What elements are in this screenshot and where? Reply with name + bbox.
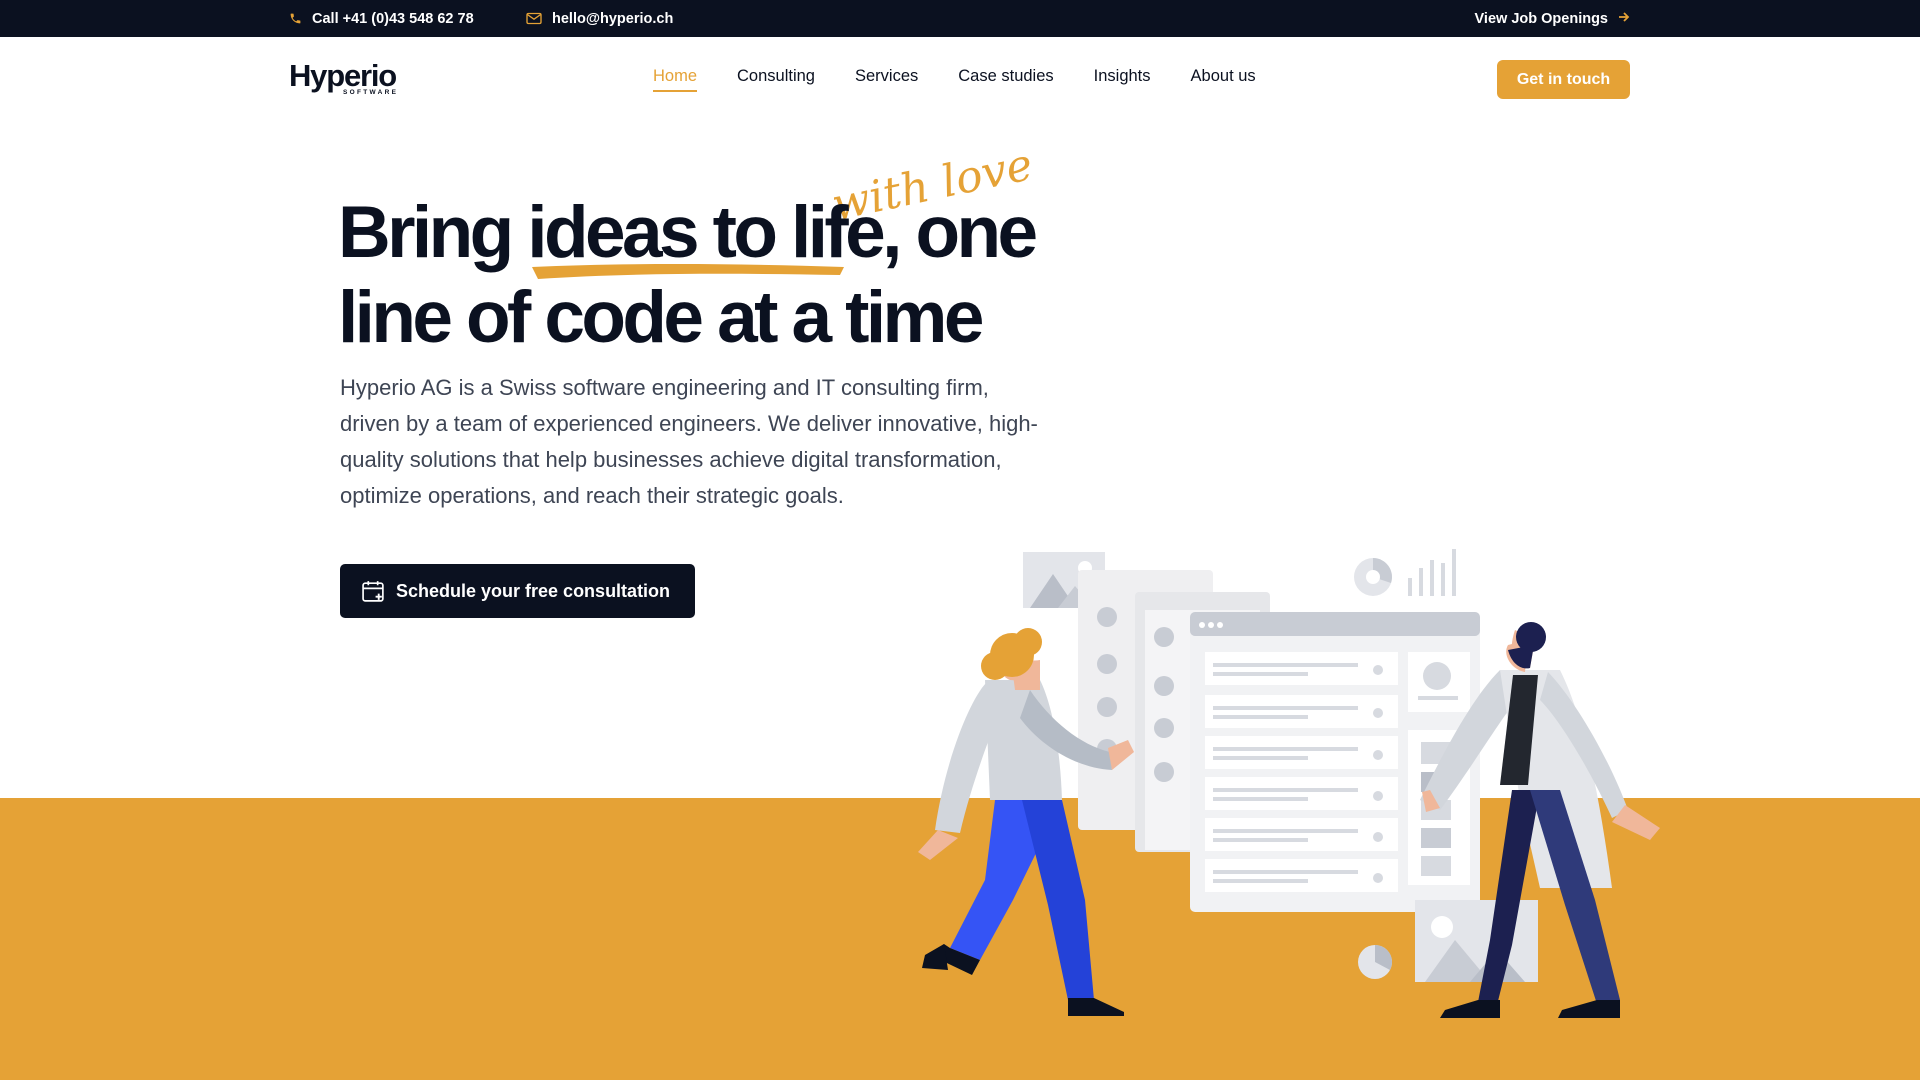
phone-link[interactable]: Call +41 (0)43 548 62 78 xyxy=(289,0,474,37)
image-placeholder-icon xyxy=(1023,552,1105,608)
top-bar: Call +41 (0)43 548 62 78 hello@hyperio.c… xyxy=(0,0,1920,37)
schedule-consultation-button[interactable]: Schedule your free consultation xyxy=(340,564,695,618)
jobs-label: View Job Openings xyxy=(1474,10,1608,27)
nav-item-services[interactable]: Services xyxy=(855,67,918,92)
nav-item-case-studies[interactable]: Case studies xyxy=(958,67,1053,92)
phone-label: Call +41 (0)43 548 62 78 xyxy=(312,10,474,27)
nav-item-home[interactable]: Home xyxy=(653,67,698,92)
nav-item-about-us[interactable]: About us xyxy=(1191,67,1256,92)
hero-lead: Hyperio AG is a Swiss software engineeri… xyxy=(340,375,1038,508)
schedule-label: Schedule your free consultation xyxy=(396,580,671,601)
mail-icon xyxy=(526,12,542,25)
nav-item-insights[interactable]: Insights xyxy=(1094,67,1151,92)
main-navigation: Hyperio SOFTWARE Home Consulting Service… xyxy=(0,37,1920,121)
phone-icon xyxy=(289,12,302,25)
nav-menu: Home Consulting Services Case studies In… xyxy=(653,67,1256,92)
email-link[interactable]: hello@hyperio.ch xyxy=(526,0,673,37)
get-in-touch-button[interactable]: Get in touch xyxy=(1497,60,1630,99)
logo-word: Hyperio xyxy=(289,58,397,93)
calendar-plus-icon xyxy=(361,579,386,604)
chart-icons xyxy=(1354,549,1456,596)
logo[interactable]: Hyperio SOFTWARE xyxy=(289,58,397,96)
email-label: hello@hyperio.ch xyxy=(552,10,674,27)
nav-item-consulting[interactable]: Consulting xyxy=(737,67,815,92)
arrow-right-icon xyxy=(1618,10,1630,27)
headline-part1: Bring xyxy=(338,192,528,273)
hero-background-band xyxy=(0,798,1920,1080)
highlight-underline xyxy=(532,264,844,279)
logo-sub: SOFTWARE xyxy=(343,89,399,96)
view-job-openings-link[interactable]: View Job Openings xyxy=(1475,0,1630,37)
